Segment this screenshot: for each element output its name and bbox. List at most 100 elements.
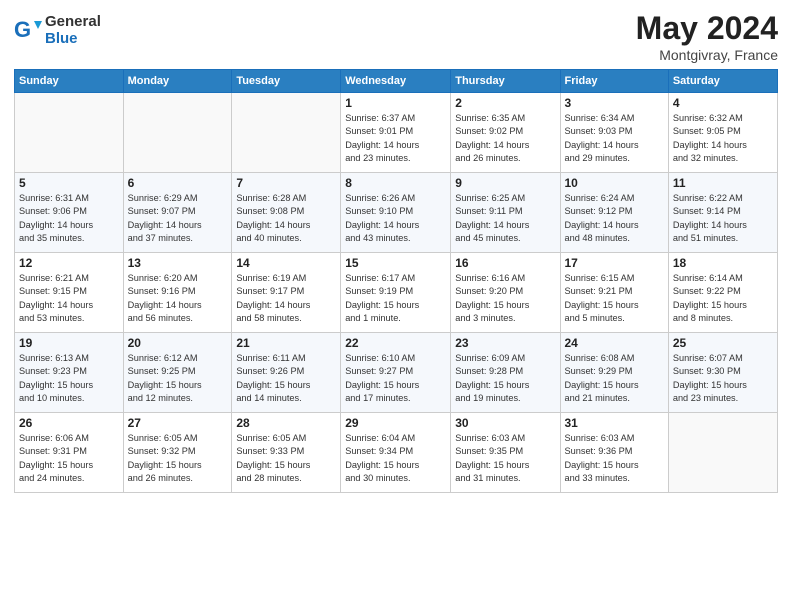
calendar-table: SundayMondayTuesdayWednesdayThursdayFrid… — [14, 69, 778, 493]
day-number: 7 — [236, 176, 336, 190]
weekday-header-cell: Saturday — [668, 70, 777, 93]
calendar-cell: 18 Sunrise: 6:14 AM Sunset: 9:22 PM Dayli… — [668, 253, 777, 333]
day-number: 22 — [345, 336, 446, 350]
day-info: Sunrise: 6:08 AM Sunset: 9:29 PM Dayligh… — [565, 352, 664, 405]
calendar-cell: 4Sunrise: 6:32 AM Sunset: 9:05 PM Daylig… — [668, 93, 777, 173]
day-info: Sunrise: 6:07 AM Sunset: 9:30 PM Dayligh… — [673, 352, 773, 405]
weekday-header-row: SundayMondayTuesdayWednesdayThursdayFrid… — [15, 70, 778, 93]
day-number: 14 — [236, 256, 336, 270]
weekday-header-cell: Monday — [123, 70, 232, 93]
logo-general-text: General — [45, 14, 101, 31]
day-info: Sunrise: 6:19 AM Sunset: 9:17 PM Dayligh… — [236, 272, 336, 325]
day-info: Sunrise: 6:26 AM Sunset: 9:10 PM Dayligh… — [345, 192, 446, 245]
day-number: 19 — [19, 336, 119, 350]
day-info: Sunrise: 6:14 AM Sunset: 9:22 PM Dayligh… — [673, 272, 773, 325]
day-number: 10 — [565, 176, 664, 190]
calendar-cell: 1Sunrise: 6:37 AM Sunset: 9:01 PM Daylig… — [341, 93, 451, 173]
logo: G General Blue — [14, 14, 101, 47]
calendar-cell — [232, 93, 341, 173]
day-number: 4 — [673, 96, 773, 110]
day-number: 1 — [345, 96, 446, 110]
day-number: 28 — [236, 416, 336, 430]
day-number: 24 — [565, 336, 664, 350]
calendar-cell: 25 Sunrise: 6:07 AM Sunset: 9:30 PM Dayli… — [668, 333, 777, 413]
calendar-cell: 16 Sunrise: 6:16 AM Sunset: 9:20 PM Dayli… — [451, 253, 560, 333]
calendar-week-row: 12Sunrise: 6:21 AM Sunset: 9:15 PM Dayli… — [15, 253, 778, 333]
day-number: 13 — [128, 256, 228, 270]
day-number: 31 — [565, 416, 664, 430]
day-info: Sunrise: 6:03 AM Sunset: 9:35 PM Dayligh… — [455, 432, 555, 485]
day-info: Sunrise: 6:04 AM Sunset: 9:34 PM Dayligh… — [345, 432, 446, 485]
day-number: 16 — [455, 256, 555, 270]
title-block: May 2024 Montgivray, France — [636, 10, 778, 63]
calendar-cell: 21Sunrise: 6:11 AM Sunset: 9:26 PM Dayli… — [232, 333, 341, 413]
calendar-cell: 29 Sunrise: 6:04 AM Sunset: 9:34 PM Dayli… — [341, 413, 451, 493]
weekday-header-cell: Tuesday — [232, 70, 341, 93]
calendar-cell: 6Sunrise: 6:29 AM Sunset: 9:07 PM Daylig… — [123, 173, 232, 253]
day-info: Sunrise: 6:31 AM Sunset: 9:06 PM Dayligh… — [19, 192, 119, 245]
calendar-cell — [15, 93, 124, 173]
calendar-cell: 5Sunrise: 6:31 AM Sunset: 9:06 PM Daylig… — [15, 173, 124, 253]
calendar-cell: 12Sunrise: 6:21 AM Sunset: 9:15 PM Dayli… — [15, 253, 124, 333]
day-number: 6 — [128, 176, 228, 190]
calendar-cell: 15 Sunrise: 6:17 AM Sunset: 9:19 PM Dayli… — [341, 253, 451, 333]
day-info: Sunrise: 6:10 AM Sunset: 9:27 PM Dayligh… — [345, 352, 446, 405]
calendar-cell: 19 Sunrise: 6:13 AM Sunset: 9:23 PM Dayli… — [15, 333, 124, 413]
calendar-cell: 9Sunrise: 6:25 AM Sunset: 9:11 PM Daylig… — [451, 173, 560, 253]
calendar-cell: 14 Sunrise: 6:19 AM Sunset: 9:17 PM Dayli… — [232, 253, 341, 333]
day-info: Sunrise: 6:34 AM Sunset: 9:03 PM Dayligh… — [565, 112, 664, 165]
day-info: Sunrise: 6:17 AM Sunset: 9:19 PM Dayligh… — [345, 272, 446, 325]
day-number: 18 — [673, 256, 773, 270]
logo-icon: G — [14, 17, 42, 45]
day-info: Sunrise: 6:03 AM Sunset: 9:36 PM Dayligh… — [565, 432, 664, 485]
calendar-cell: 10 Sunrise: 6:24 AM Sunset: 9:12 PM Dayli… — [560, 173, 668, 253]
day-info: Sunrise: 6:24 AM Sunset: 9:12 PM Dayligh… — [565, 192, 664, 245]
day-number: 15 — [345, 256, 446, 270]
calendar-cell: 7 Sunrise: 6:28 AM Sunset: 9:08 PM Daylig… — [232, 173, 341, 253]
day-info: Sunrise: 6:09 AM Sunset: 9:28 PM Dayligh… — [455, 352, 555, 405]
day-info: Sunrise: 6:13 AM Sunset: 9:23 PM Dayligh… — [19, 352, 119, 405]
calendar-week-row: 1Sunrise: 6:37 AM Sunset: 9:01 PM Daylig… — [15, 93, 778, 173]
calendar-cell: 22 Sunrise: 6:10 AM Sunset: 9:27 PM Dayli… — [341, 333, 451, 413]
day-number: 2 — [455, 96, 555, 110]
calendar-cell: 30 Sunrise: 6:03 AM Sunset: 9:35 PM Dayli… — [451, 413, 560, 493]
day-number: 23 — [455, 336, 555, 350]
calendar-cell: 28 Sunrise: 6:05 AM Sunset: 9:33 PM Dayli… — [232, 413, 341, 493]
day-number: 11 — [673, 176, 773, 190]
calendar-cell: 31 Sunrise: 6:03 AM Sunset: 9:36 PM Dayli… — [560, 413, 668, 493]
day-number: 26 — [19, 416, 119, 430]
day-info: Sunrise: 6:15 AM Sunset: 9:21 PM Dayligh… — [565, 272, 664, 325]
calendar-cell — [123, 93, 232, 173]
weekday-header-cell: Sunday — [15, 70, 124, 93]
svg-text:G: G — [14, 17, 31, 42]
page-header: G General Blue May 2024 Montgivray, Fran… — [14, 10, 778, 63]
calendar-week-row: 19 Sunrise: 6:13 AM Sunset: 9:23 PM Dayli… — [15, 333, 778, 413]
day-info: Sunrise: 6:12 AM Sunset: 9:25 PM Dayligh… — [128, 352, 228, 405]
calendar-cell: 20 Sunrise: 6:12 AM Sunset: 9:25 PM Dayli… — [123, 333, 232, 413]
day-number: 29 — [345, 416, 446, 430]
day-info: Sunrise: 6:22 AM Sunset: 9:14 PM Dayligh… — [673, 192, 773, 245]
calendar-cell: 17 Sunrise: 6:15 AM Sunset: 9:21 PM Dayli… — [560, 253, 668, 333]
day-number: 17 — [565, 256, 664, 270]
weekday-header-cell: Wednesday — [341, 70, 451, 93]
calendar-body: 1Sunrise: 6:37 AM Sunset: 9:01 PM Daylig… — [15, 93, 778, 493]
calendar-week-row: 5Sunrise: 6:31 AM Sunset: 9:06 PM Daylig… — [15, 173, 778, 253]
calendar-week-row: 26Sunrise: 6:06 AM Sunset: 9:31 PM Dayli… — [15, 413, 778, 493]
calendar-cell: 11 Sunrise: 6:22 AM Sunset: 9:14 PM Dayli… — [668, 173, 777, 253]
day-number: 30 — [455, 416, 555, 430]
day-info: Sunrise: 6:16 AM Sunset: 9:20 PM Dayligh… — [455, 272, 555, 325]
day-number: 3 — [565, 96, 664, 110]
day-info: Sunrise: 6:11 AM Sunset: 9:26 PM Dayligh… — [236, 352, 336, 405]
calendar-cell: 2 Sunrise: 6:35 AM Sunset: 9:02 PM Daylig… — [451, 93, 560, 173]
location-subtitle: Montgivray, France — [636, 47, 778, 63]
day-number: 12 — [19, 256, 119, 270]
day-number: 8 — [345, 176, 446, 190]
day-number: 27 — [128, 416, 228, 430]
day-info: Sunrise: 6:28 AM Sunset: 9:08 PM Dayligh… — [236, 192, 336, 245]
day-number: 25 — [673, 336, 773, 350]
day-info: Sunrise: 6:05 AM Sunset: 9:33 PM Dayligh… — [236, 432, 336, 485]
day-info: Sunrise: 6:35 AM Sunset: 9:02 PM Dayligh… — [455, 112, 555, 165]
calendar-cell: 26Sunrise: 6:06 AM Sunset: 9:31 PM Dayli… — [15, 413, 124, 493]
calendar-cell: 24 Sunrise: 6:08 AM Sunset: 9:29 PM Dayli… — [560, 333, 668, 413]
day-number: 20 — [128, 336, 228, 350]
